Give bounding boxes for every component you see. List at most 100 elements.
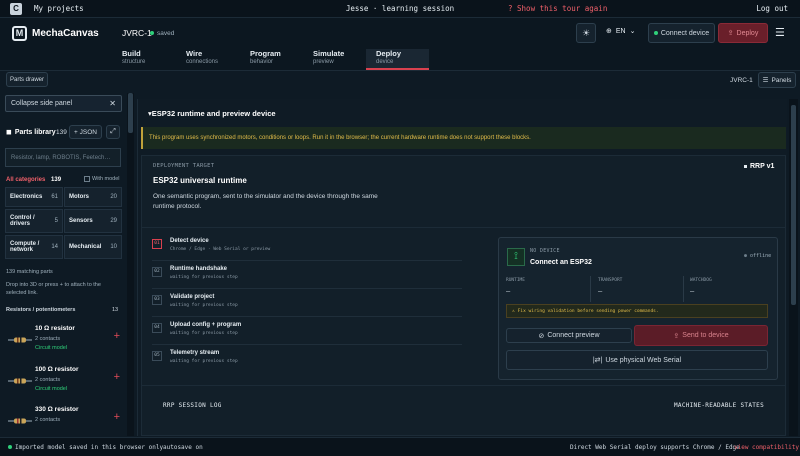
section-header[interactable]: ▾ESP32 runtime and preview device xyxy=(148,109,276,118)
tab-label: Wire xyxy=(186,49,203,58)
resistor-icon xyxy=(8,418,32,424)
parts-library-label: Parts library xyxy=(14,128,56,136)
step-title: Detect device xyxy=(170,238,209,244)
deploy-button[interactable]: ⇪ Deploy xyxy=(718,23,768,43)
theme-toggle-button[interactable]: ☀ xyxy=(576,23,596,43)
fix-wiring-label: Fix wiring validation before sending pow… xyxy=(517,308,659,314)
tab-sublabel: connections xyxy=(186,59,219,65)
transport-field: TRANSPORT – xyxy=(598,278,622,300)
group-title: Resistors / potentiometers xyxy=(6,307,76,313)
step-title: Runtime handshake xyxy=(170,266,228,272)
tab-deploy[interactable]: Deploy device xyxy=(366,49,429,70)
add-part-icon[interactable]: + xyxy=(114,411,120,423)
part-item[interactable]: 10 Ω resistor 2 contacts Circuit model + xyxy=(5,323,122,361)
scrollbar-thumb[interactable] xyxy=(791,105,796,305)
panels-button[interactable]: ☰ Panels xyxy=(758,72,796,88)
divider xyxy=(142,385,785,386)
collapse-side-panel-button[interactable]: Collapse side panel ✕ xyxy=(5,95,122,112)
step-number: 02 xyxy=(152,267,162,277)
step-upload-config: 04 Upload config + program waiting for pre… xyxy=(152,321,462,345)
expand-button[interactable]: ⤢ xyxy=(106,125,120,139)
add-part-icon[interactable]: + xyxy=(114,371,120,383)
resistor-icon xyxy=(8,337,32,343)
brand[interactable]: M MechaCanvas xyxy=(12,25,99,41)
step-number: 03 xyxy=(152,295,162,305)
add-json-button[interactable]: + JSON xyxy=(69,125,102,139)
saved-dot-icon xyxy=(150,31,154,35)
view-compatibility-link[interactable]: view compatibility xyxy=(734,444,799,451)
sidebar-scrollbar[interactable] xyxy=(127,93,134,436)
all-categories[interactable]: All categories 139 xyxy=(6,177,61,183)
fix-wiring-warning: ⚠ Fix wiring validation before sending po… xyxy=(506,304,768,318)
session-label: Jesse · learning session xyxy=(345,4,455,13)
step-title: Validate project xyxy=(170,294,215,300)
step-title: Telemetry stream xyxy=(170,350,220,356)
saved-label: saved xyxy=(157,29,175,37)
step-number: 04 xyxy=(152,323,162,333)
tab-sublabel: behavior xyxy=(250,59,274,65)
tab-simulate[interactable]: Simulate preview xyxy=(313,49,344,70)
part-name: 10 Ω resistor xyxy=(35,325,75,332)
group-count: 13 xyxy=(112,307,119,313)
tab-wire[interactable]: Wire connections xyxy=(186,49,218,70)
connect-device-button[interactable]: Connect device xyxy=(648,23,715,43)
category-electronics[interactable]: Electronics 61 xyxy=(5,187,63,207)
parts-drawer-button[interactable]: Parts drawer xyxy=(6,72,48,87)
step-telemetry-stream: 05 Telemetry stream waiting for previous s… xyxy=(152,349,462,373)
tab-label: Build xyxy=(122,49,141,58)
globe-icon: ⊕ xyxy=(606,28,612,35)
collapse-label: Collapse side panel xyxy=(11,100,73,107)
step-detect-device: 01 Detect device Chrome / Edge · Web Seria… xyxy=(152,237,462,261)
category-compute-network[interactable]: Compute / network 14 xyxy=(5,235,63,259)
add-part-icon[interactable]: + xyxy=(114,330,120,342)
with-model-checkbox[interactable]: With model xyxy=(84,176,120,182)
logout-link[interactable]: Log out xyxy=(756,4,788,13)
part-name: 330 Ω resistor xyxy=(35,406,79,413)
category-name: Motors xyxy=(69,194,89,200)
step-subtitle: waiting for previous step xyxy=(170,303,238,308)
menu-icon[interactable]: ☰ xyxy=(775,26,785,39)
part-model: Circuit model xyxy=(35,345,68,351)
upload-icon: ⇪ xyxy=(673,332,680,340)
use-web-serial-button[interactable]: |⇄| Use physical Web Serial xyxy=(506,350,768,370)
field-label: TRANSPORT xyxy=(598,278,623,283)
tab-program[interactable]: Program behavior xyxy=(250,49,281,70)
divider xyxy=(142,227,785,228)
show-tour-link[interactable]: ? Show this tour again xyxy=(508,4,607,13)
imported-status: Imported model saved in this browser onl… xyxy=(8,444,163,451)
scrollbar-thumb[interactable] xyxy=(128,93,133,133)
language-label: EN xyxy=(615,27,626,35)
send-to-device-button[interactable]: ⇪ Send to device xyxy=(634,325,768,346)
step-subtitle: waiting for previous step xyxy=(170,275,238,280)
deploy-label: Deploy xyxy=(736,29,759,37)
runtime-warning: This program uses synchronized motors, c… xyxy=(141,127,786,149)
my-projects-link[interactable]: My projects xyxy=(34,4,84,13)
tab-build[interactable]: Build structure xyxy=(122,49,145,70)
project-label: JVRC-1 xyxy=(730,77,753,84)
category-control-drivers[interactable]: Control / drivers 5 xyxy=(5,209,63,233)
category-sensors[interactable]: Sensors 29 xyxy=(64,209,122,233)
parts-search-input[interactable]: Resistor, lamp, ROBOTIS, Feetech… xyxy=(5,148,121,167)
top-bar: C My projects Jesse · learning session ?… xyxy=(0,0,800,18)
connect-preview-button[interactable]: ⊘ Connect preview xyxy=(506,328,632,343)
main-scrollbar[interactable] xyxy=(789,99,798,436)
category-name: Compute / network xyxy=(10,241,40,253)
step-number: 05 xyxy=(152,351,162,361)
category-name: Electronics xyxy=(10,194,43,200)
link-icon: ⊘ xyxy=(538,332,545,340)
workflow-tabs: Build structure Wire connections Program be… xyxy=(0,48,800,71)
drop-hint: Drop into 3D or press + to attach to the… xyxy=(6,282,101,296)
category-motors[interactable]: Motors 20 xyxy=(64,187,122,207)
step-number: 01 xyxy=(152,239,162,249)
category-mechanical[interactable]: Mechanical 10 xyxy=(64,235,122,259)
status-dot-icon xyxy=(653,31,658,35)
category-count: 61 xyxy=(51,194,58,200)
checkbox-icon xyxy=(84,176,90,182)
language-select[interactable]: ⊕ EN ⌄ xyxy=(606,27,635,36)
field-divider xyxy=(683,276,684,302)
use-web-serial-label: Use physical Web Serial xyxy=(605,356,682,364)
watchdog-field: WATCHDOG – xyxy=(690,278,712,300)
rrp-version: RRP v1 xyxy=(744,163,774,170)
part-contacts: 2 contacts xyxy=(35,336,61,342)
part-item[interactable]: 100 Ω resistor 2 contacts Circuit model … xyxy=(5,364,122,402)
